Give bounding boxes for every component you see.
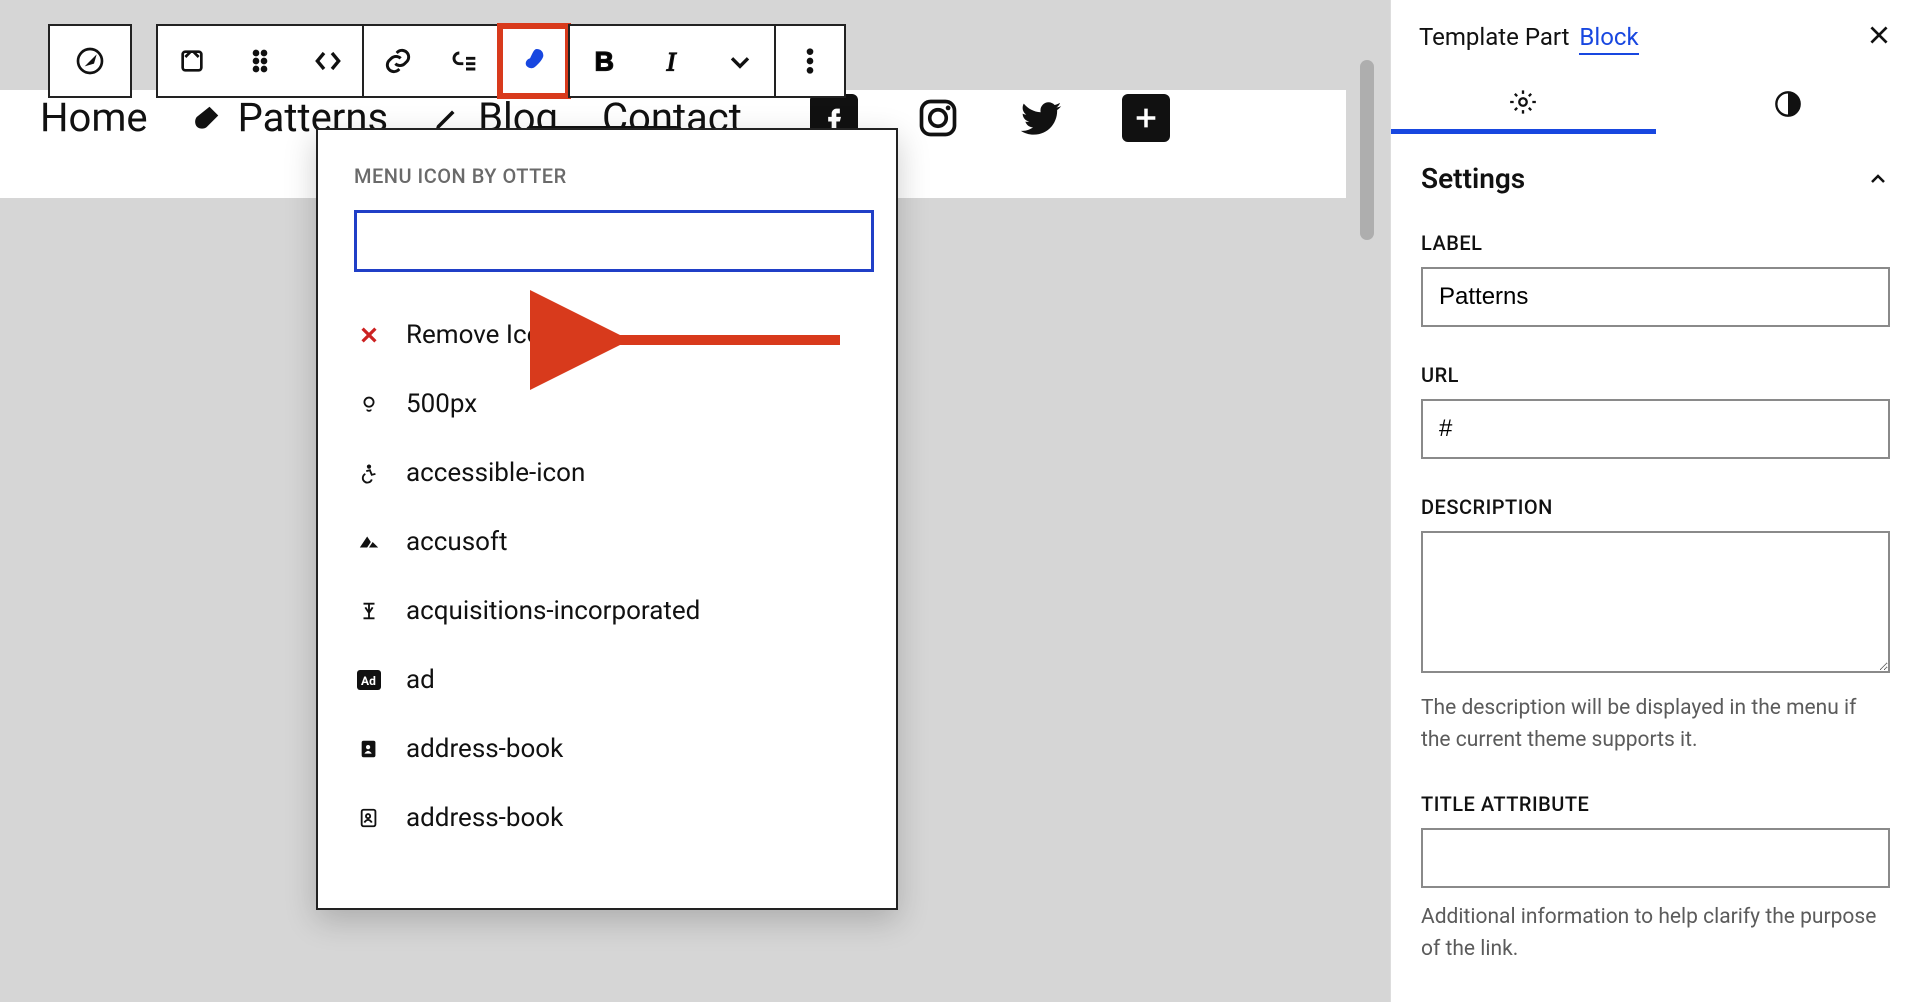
- icon-row-label: ad: [406, 665, 435, 695]
- icon-row-address-book-regular[interactable]: address-book: [354, 783, 860, 852]
- settings-heading-label: Settings: [1421, 162, 1525, 195]
- breadcrumb-root: Template Part: [1419, 23, 1569, 51]
- url-field-label: URL: [1421, 363, 1890, 387]
- twitter-icon[interactable]: [1018, 94, 1066, 142]
- tab-settings[interactable]: [1391, 74, 1656, 134]
- icon-row-accusoft[interactable]: accusoft: [354, 507, 860, 576]
- icon-row-label: Remove Icon: [406, 320, 556, 350]
- accessible-icon: [354, 462, 384, 484]
- icon-row-label: accessible-icon: [406, 458, 585, 488]
- close-sidebar-button[interactable]: [1866, 18, 1892, 56]
- toolbar-group-3: [362, 24, 570, 98]
- icon-row-label: accusoft: [406, 527, 508, 557]
- chevron-up-icon: [1866, 167, 1890, 191]
- description-field: DESCRIPTION The description will be disp…: [1421, 495, 1890, 756]
- italic-button[interactable]: I: [638, 26, 706, 96]
- description-textarea[interactable]: [1421, 531, 1890, 673]
- block-toolbar: B I: [48, 24, 846, 98]
- settings-heading[interactable]: Settings: [1421, 162, 1890, 195]
- ad-icon: Ad: [354, 670, 384, 690]
- popover-header: MENU ICON BY OTTER: [354, 164, 860, 188]
- icon-row-accessible[interactable]: accessible-icon: [354, 438, 860, 507]
- label-field: LABEL: [1421, 231, 1890, 327]
- icon-search-input[interactable]: [354, 210, 874, 272]
- nav-item-home[interactable]: Home: [40, 94, 148, 141]
- url-input[interactable]: [1421, 399, 1890, 459]
- select-parent-button[interactable]: [158, 26, 226, 96]
- address-book-regular-icon: [354, 807, 384, 829]
- sidebar-header: Template Part Block: [1391, 0, 1920, 74]
- link-button[interactable]: [364, 26, 432, 96]
- breadcrumb[interactable]: Template Part Block: [1419, 23, 1639, 51]
- more-rich-text-button[interactable]: [706, 26, 774, 96]
- submenu-button[interactable]: [432, 26, 500, 96]
- canvas-scrollbar[interactable]: [1360, 60, 1374, 240]
- icon-row-label: 500px: [406, 389, 477, 419]
- toolbar-group-5: [774, 24, 846, 98]
- title-attr-field-label: TITLE ATTRIBUTE: [1421, 792, 1890, 816]
- options-button[interactable]: [776, 26, 844, 96]
- editor-canvas: Home Patterns Blog Contact: [0, 0, 1388, 1002]
- acquisitions-icon: [354, 600, 384, 622]
- description-help: The description will be displayed in the…: [1421, 693, 1890, 756]
- accusoft-icon: [354, 531, 384, 553]
- navigation-block-icon[interactable]: [50, 26, 130, 96]
- drag-handle-icon[interactable]: [226, 26, 294, 96]
- toolbar-group-1: [48, 24, 132, 98]
- settings-section: Settings LABEL URL DESCRIPTION The descr…: [1391, 134, 1920, 965]
- gear-icon: [1509, 88, 1537, 116]
- title-attr-input[interactable]: [1421, 828, 1890, 888]
- add-block-icon[interactable]: [1122, 94, 1170, 142]
- icon-row-label: address-book: [406, 734, 563, 764]
- 500px-icon: [354, 393, 384, 415]
- brush-icon: [192, 103, 222, 133]
- icon-row-acquisitions[interactable]: acquisitions-incorporated: [354, 576, 860, 645]
- icon-row-label: acquisitions-incorporated: [406, 596, 700, 626]
- x-icon: [354, 324, 384, 346]
- bold-button[interactable]: B: [570, 26, 638, 96]
- icon-row-ad[interactable]: Ad ad: [354, 645, 860, 714]
- icon-row-500px[interactable]: 500px: [354, 369, 860, 438]
- toolbar-group-2: [156, 24, 364, 98]
- menu-icons-button[interactable]: [500, 26, 568, 96]
- tab-styles[interactable]: [1656, 74, 1920, 134]
- instagram-icon[interactable]: [914, 94, 962, 142]
- description-field-label: DESCRIPTION: [1421, 495, 1890, 519]
- title-attribute-field: TITLE ATTRIBUTE Additional information t…: [1421, 792, 1890, 965]
- label-field-label: LABEL: [1421, 231, 1890, 255]
- styles-icon: [1774, 90, 1802, 118]
- breadcrumb-leaf: Block: [1579, 23, 1638, 55]
- icon-row-address-book-solid[interactable]: address-book: [354, 714, 860, 783]
- icon-list: Remove Icon 500px accessible-icon accuso…: [354, 300, 860, 852]
- settings-sidebar: Template Part Block Settings LABEL URL D…: [1390, 0, 1920, 1002]
- title-attr-help: Additional information to help clarify t…: [1421, 902, 1890, 965]
- svg-text:Ad: Ad: [361, 674, 376, 688]
- nav-item-label: Home: [40, 94, 148, 141]
- menu-icon-popover: MENU ICON BY OTTER Remove Icon 500px acc…: [316, 128, 898, 910]
- svg-text:B: B: [595, 46, 614, 76]
- remove-icon-row[interactable]: Remove Icon: [354, 300, 860, 369]
- icon-row-label: address-book: [406, 803, 563, 833]
- move-arrows-button[interactable]: [294, 26, 362, 96]
- url-field: URL: [1421, 363, 1890, 459]
- toolbar-group-4: B I: [568, 24, 776, 98]
- sidebar-tabs: [1391, 74, 1920, 134]
- svg-text:I: I: [666, 46, 677, 76]
- address-book-solid-icon: [354, 738, 384, 760]
- label-input[interactable]: [1421, 267, 1890, 327]
